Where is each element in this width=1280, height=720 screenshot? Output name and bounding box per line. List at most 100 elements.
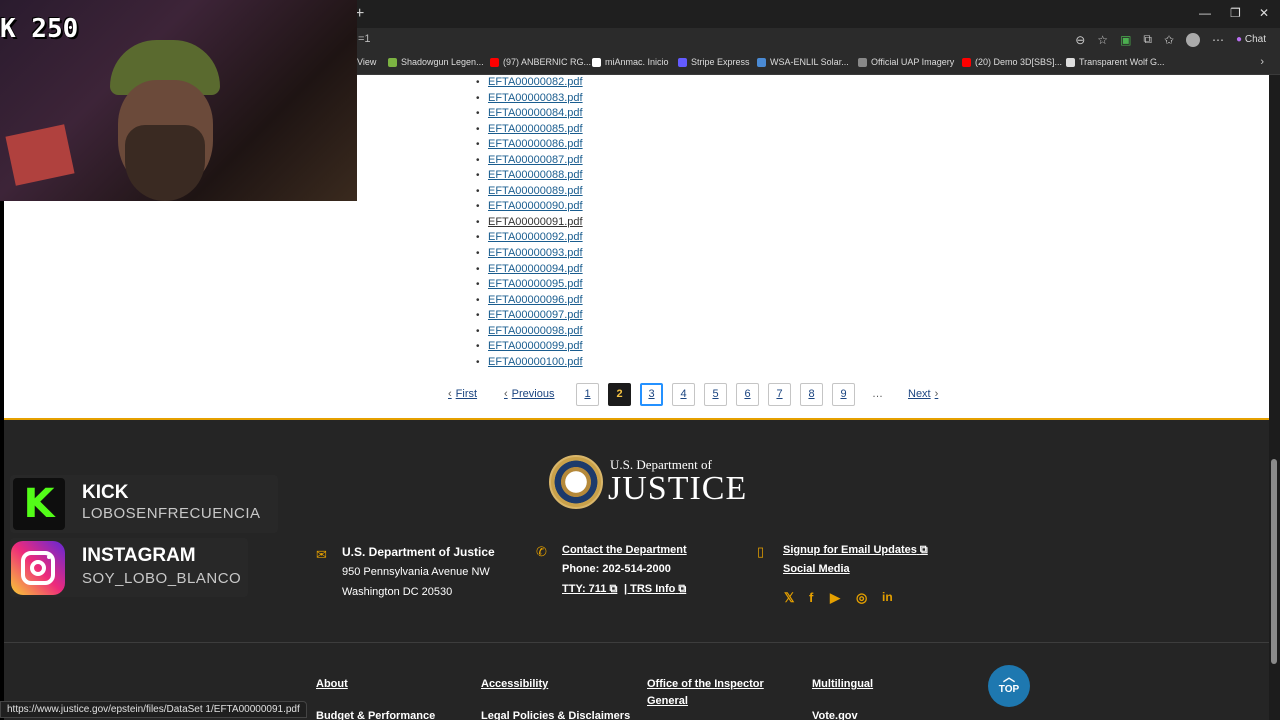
- mail-icon: ✉: [316, 547, 327, 562]
- pagination-page-9[interactable]: 9: [832, 383, 855, 406]
- back-to-top-button[interactable]: ︿ TOP: [988, 665, 1030, 707]
- favorites-icon[interactable]: ✩: [1164, 33, 1174, 47]
- bookmark-item[interactable]: miAnmac. Inicio: [592, 57, 669, 67]
- copilot-chat-button[interactable]: ● Chat: [1236, 34, 1266, 45]
- pdf-file-link[interactable]: EFTA00000086.pdf: [488, 138, 583, 150]
- pagination-page-1[interactable]: 1: [576, 383, 599, 406]
- pdf-file-link[interactable]: EFTA00000090.pdf: [488, 200, 583, 212]
- pagination-page-5[interactable]: 5: [704, 383, 727, 406]
- favorite-star-icon[interactable]: ☆: [1097, 33, 1108, 47]
- bookmark-favicon-icon: [858, 57, 867, 67]
- address-line-2: Washington DC 20530: [342, 586, 453, 598]
- facebook-icon[interactable]: f: [809, 590, 813, 605]
- pdf-file-link[interactable]: EFTA00000100.pdf: [488, 356, 583, 368]
- pdf-file-link[interactable]: EFTA00000085.pdf: [488, 123, 583, 135]
- list-item: EFTA00000098.pdf: [476, 324, 583, 340]
- pdf-file-link[interactable]: EFTA00000097.pdf: [488, 309, 583, 321]
- bookmark-item[interactable]: WSA-ENLIL Solar...: [757, 57, 849, 67]
- toolbar-icons: ⊖ ☆ ▣ ⧉ ✩ ⋯ ● Chat: [1075, 32, 1266, 47]
- list-item: EFTA00000100.pdf: [476, 355, 583, 371]
- bookmark-favicon-icon: [490, 57, 499, 67]
- list-item: EFTA00000082.pdf: [476, 75, 583, 91]
- bookmark-item[interactable]: Official UAP Imagery: [858, 57, 954, 67]
- trs-info-link[interactable]: | TRS Info ⧉: [624, 583, 686, 596]
- bookmark-label: View: [357, 57, 377, 67]
- nav-legal-policies[interactable]: Legal Policies & Disclaimers: [481, 710, 630, 720]
- pdf-file-link[interactable]: EFTA00000096.pdf: [488, 294, 583, 306]
- pagination-page-6[interactable]: 6: [736, 383, 759, 406]
- pagination-page-2[interactable]: 2: [608, 383, 631, 406]
- list-item: EFTA00000088.pdf: [476, 168, 583, 184]
- nav-multilingual[interactable]: Multilingual: [812, 678, 873, 690]
- nav-inspector-general[interactable]: Office of the Inspector General: [647, 678, 764, 712]
- bookmark-item[interactable]: Transparent Wolf G...: [1066, 57, 1165, 67]
- pdf-file-link[interactable]: EFTA00000094.pdf: [488, 263, 583, 275]
- bookmark-item[interactable]: View: [357, 57, 376, 67]
- close-icon[interactable]: ✕: [1259, 6, 1269, 20]
- reader-icon[interactable]: ⊖: [1075, 33, 1085, 47]
- list-item: EFTA00000089.pdf: [476, 184, 583, 200]
- page-scrollbar[interactable]: [1269, 75, 1280, 720]
- youtube-icon[interactable]: ▶: [830, 590, 840, 606]
- profile-avatar[interactable]: [1186, 32, 1201, 47]
- bookmark-favicon-icon: [962, 57, 971, 67]
- nav-accessibility[interactable]: Accessibility: [481, 678, 548, 690]
- instagram-logo-icon: [11, 541, 65, 595]
- url-text[interactable]: =1: [358, 33, 371, 45]
- bookmark-item[interactable]: Stripe Express: [678, 57, 750, 67]
- screen: + — ❐ ✕ =1 ⊖ ☆ ▣ ⧉ ✩ ⋯ ● Chat › View Shad…: [0, 0, 1280, 720]
- extension-icon[interactable]: ▣: [1120, 33, 1131, 47]
- list-item: EFTA00000085.pdf: [476, 122, 583, 138]
- pagination-first-link[interactable]: ‹ First: [448, 388, 477, 400]
- pagination-page-7[interactable]: 7: [768, 383, 791, 406]
- pagination-page-8[interactable]: 8: [800, 383, 823, 406]
- instagram-icon[interactable]: ◎: [856, 590, 867, 606]
- mobile-phone-icon: ▯: [757, 544, 765, 559]
- pdf-file-link[interactable]: EFTA00000091.pdf: [488, 216, 583, 228]
- bookmark-item[interactable]: (97) ANBERNIC RG...: [490, 57, 591, 67]
- nav-vote-gov[interactable]: Vote.gov: [812, 710, 858, 720]
- email-signup-link[interactable]: Signup for Email Updates ⧉: [783, 544, 928, 557]
- pdf-file-link[interactable]: EFTA00000099.pdf: [488, 340, 583, 352]
- bookmark-item[interactable]: Shadowgun Legen...: [388, 57, 484, 67]
- pagination: ‹ First ‹ Previous 123456789 … Next ›: [4, 382, 1269, 408]
- list-item: EFTA00000086.pdf: [476, 137, 583, 153]
- pagination-page-4[interactable]: 4: [672, 383, 695, 406]
- menu-dots-icon[interactable]: ⋯: [1212, 33, 1224, 47]
- pdf-file-link[interactable]: EFTA00000098.pdf: [488, 325, 583, 337]
- pdf-file-link[interactable]: EFTA00000083.pdf: [488, 92, 583, 104]
- list-item: EFTA00000087.pdf: [476, 153, 583, 169]
- bookmarks-more-icon[interactable]: ›: [1260, 56, 1264, 68]
- bookmark-favicon-icon: [1066, 57, 1075, 67]
- pagination-page-3[interactable]: 3: [640, 383, 663, 406]
- pagination-next-link[interactable]: Next ›: [908, 388, 938, 400]
- pdf-file-link[interactable]: EFTA00000088.pdf: [488, 169, 583, 181]
- pdf-file-link[interactable]: EFTA00000082.pdf: [488, 76, 583, 88]
- doj-seal-logo[interactable]: [549, 455, 603, 509]
- list-item: EFTA00000091.pdf: [476, 215, 583, 231]
- pdf-file-link[interactable]: EFTA00000095.pdf: [488, 278, 583, 290]
- list-item: EFTA00000099.pdf: [476, 339, 583, 355]
- puzzle-icon[interactable]: ⧉: [1143, 32, 1152, 47]
- pdf-file-link[interactable]: EFTA00000087.pdf: [488, 154, 583, 166]
- bookmark-item[interactable]: (20) Demo 3D[SBS]...: [962, 57, 1062, 67]
- pdf-file-link[interactable]: EFTA00000089.pdf: [488, 185, 583, 197]
- list-item: EFTA00000093.pdf: [476, 246, 583, 262]
- pagination-previous-link[interactable]: ‹ Previous: [504, 388, 554, 400]
- nav-budget[interactable]: Budget & Performance: [316, 710, 435, 720]
- linkedin-icon[interactable]: in: [882, 590, 893, 604]
- instagram-username: SOY_LOBO_BLANCO: [82, 570, 242, 587]
- tty-link[interactable]: TTY: 711 ⧉: [562, 583, 617, 596]
- list-item: EFTA00000097.pdf: [476, 308, 583, 324]
- bookmark-label: (97) ANBERNIC RG...: [503, 57, 592, 67]
- pdf-file-link[interactable]: EFTA00000092.pdf: [488, 231, 583, 243]
- x-twitter-icon[interactable]: 𝕏: [784, 590, 794, 606]
- nav-about[interactable]: About: [316, 678, 348, 690]
- pdf-file-link[interactable]: EFTA00000084.pdf: [488, 107, 583, 119]
- contact-department-link[interactable]: Contact the Department: [562, 544, 687, 556]
- pdf-file-link[interactable]: EFTA00000093.pdf: [488, 247, 583, 259]
- social-media-link[interactable]: Social Media: [783, 563, 850, 575]
- scrollbar-thumb[interactable]: [1271, 459, 1277, 664]
- minimize-icon[interactable]: —: [1199, 6, 1211, 20]
- restore-icon[interactable]: ❐: [1230, 6, 1241, 20]
